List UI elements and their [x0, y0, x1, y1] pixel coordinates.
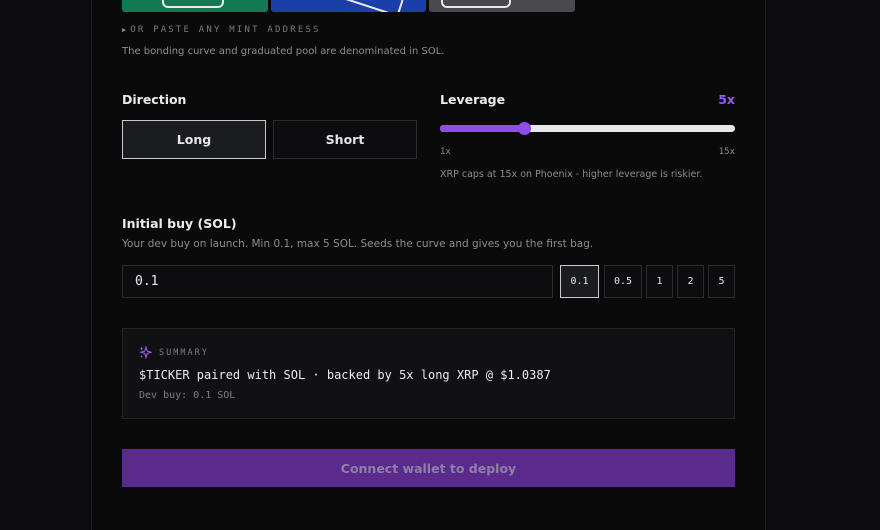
- leverage-slider-fill: [440, 125, 525, 132]
- leverage-slider[interactable]: [440, 122, 735, 135]
- leverage-label: Leverage: [440, 92, 506, 107]
- token-image-option[interactable]: [429, 0, 575, 12]
- summary-card: SUMMARY $TICKER paired with SOL · backed…: [122, 328, 735, 419]
- leverage-max-label: 15x: [718, 147, 735, 157]
- preset-button-1[interactable]: 1: [646, 265, 673, 298]
- preset-button-0.5[interactable]: 0.5: [604, 265, 642, 298]
- initial-buy-input[interactable]: 0.1: [122, 265, 553, 298]
- direction-long-button[interactable]: Long: [122, 120, 266, 159]
- token-image-option[interactable]: [122, 0, 268, 12]
- preset-button-0.1[interactable]: 0.1: [560, 265, 599, 298]
- leverage-value: 5x: [718, 92, 735, 107]
- denomination-note: The bonding curve and graduated pool are…: [122, 46, 445, 57]
- sparkles-icon: [139, 346, 152, 359]
- leverage-note: XRP caps at 15x on Phoenix - higher leve…: [440, 169, 703, 180]
- direction-short-button[interactable]: Short: [273, 120, 417, 159]
- paste-mint-label: OR PASTE ANY MINT ADDRESS: [130, 25, 321, 35]
- preset-button-5[interactable]: 5: [708, 265, 735, 298]
- initial-buy-label: Initial buy (SOL): [122, 216, 237, 231]
- connect-wallet-deploy-button[interactable]: Connect wallet to deploy: [122, 449, 735, 487]
- summary-tag: SUMMARY: [159, 347, 209, 358]
- summary-dev-buy: Dev buy: 0.1 SOL: [139, 390, 236, 401]
- direction-label: Direction: [122, 92, 187, 107]
- paste-mint-toggle[interactable]: ▶ OR PASTE ANY MINT ADDRESS: [122, 25, 321, 35]
- summary-main-text: $TICKER paired with SOL · backed by 5x l…: [139, 368, 551, 382]
- leverage-min-label: 1x: [440, 147, 451, 157]
- initial-buy-description: Your dev buy on launch. Min 0.1, max 5 S…: [122, 238, 594, 250]
- preset-button-2[interactable]: 2: [677, 265, 704, 298]
- token-image-options: [122, 0, 575, 12]
- triangle-right-icon: ▶: [122, 26, 127, 34]
- token-image-option[interactable]: [271, 0, 426, 12]
